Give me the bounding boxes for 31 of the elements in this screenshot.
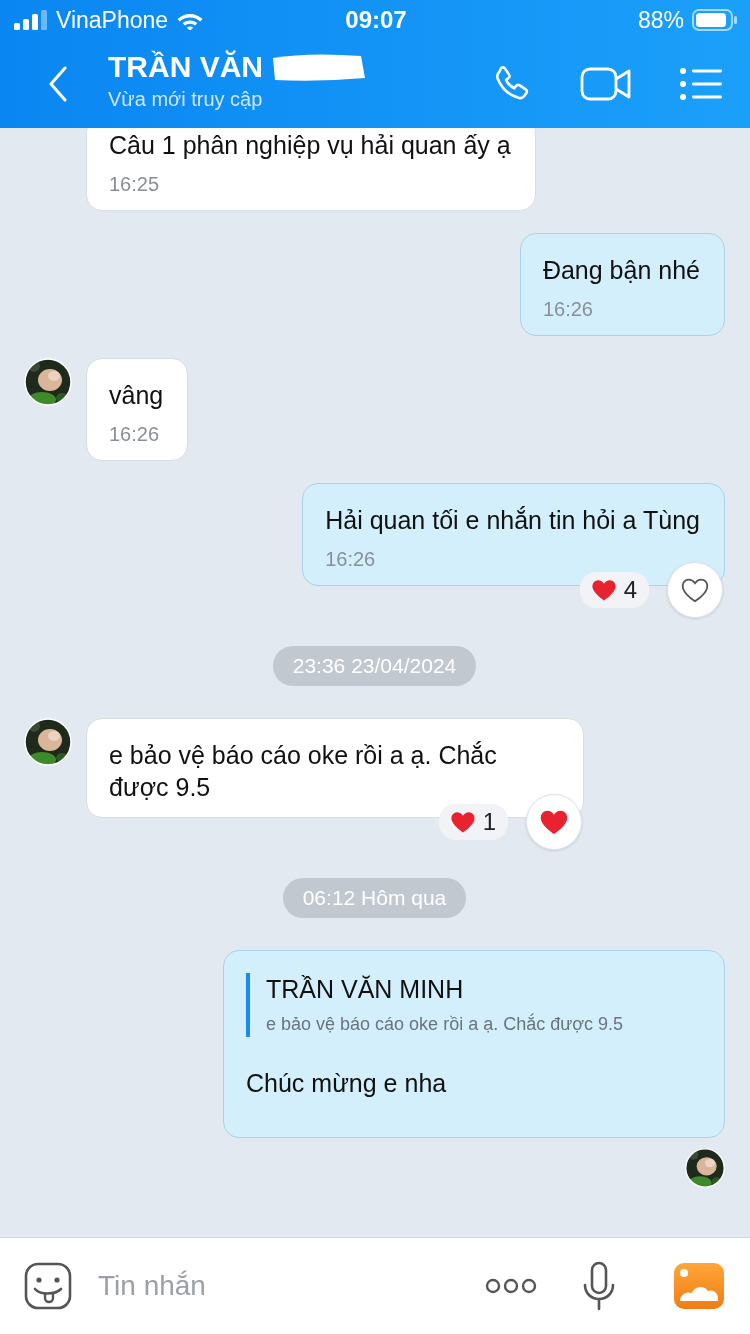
message-text: Câu 1 phân nghiệp vụ hải quan ấy ạ (109, 130, 511, 161)
quoted-text: e bảo vệ báo cáo oke rồi a ạ. Chắc được 9.5 (266, 1014, 625, 1035)
clock-time: 09:07 (345, 6, 407, 34)
sticker-icon[interactable] (24, 1262, 72, 1310)
message-text: vâng (109, 380, 164, 411)
battery-percent: 88% (637, 6, 684, 34)
video-camera-icon[interactable] (580, 66, 632, 102)
microphone-icon[interactable] (582, 1261, 616, 1311)
image-icon[interactable] (674, 1263, 724, 1309)
carrier-name: VinaPhone (56, 6, 169, 34)
message-time: 16:26 (542, 298, 594, 321)
signal-icon (14, 10, 48, 30)
reaction-number: 1 (482, 808, 496, 836)
message-text: Hải quan tối e nhắn tin hỏi a Tùng (325, 505, 700, 536)
back-icon[interactable] (48, 66, 68, 102)
message-text: e bảo vệ báo cáo oke rồi a ạ. Chắc được 9.5 (109, 740, 498, 803)
contact-name: TRẦN VĂN (108, 49, 263, 84)
menu-icon[interactable] (680, 68, 722, 100)
reaction-number: 4 (623, 576, 637, 604)
contact-status: Vừa mới truy cập (108, 87, 264, 111)
quoted-sender: TRẦN VĂN MINH (266, 975, 465, 1004)
more-icon[interactable] (484, 1276, 538, 1296)
message-time: 16:26 (325, 548, 377, 571)
message-time: 16:25 (109, 173, 161, 196)
message-field[interactable]: Tin nhắn (96, 1269, 460, 1303)
battery-icon (692, 9, 738, 31)
message-text: Chúc mừng e nha (246, 1068, 448, 1099)
date-separator: 06:12 Hôm qua (282, 878, 467, 918)
date-separator: 23:36 23/04/2024 (272, 646, 477, 686)
message-time: 16:26 (109, 423, 161, 446)
message-text: Đang bận nhé (542, 255, 700, 286)
